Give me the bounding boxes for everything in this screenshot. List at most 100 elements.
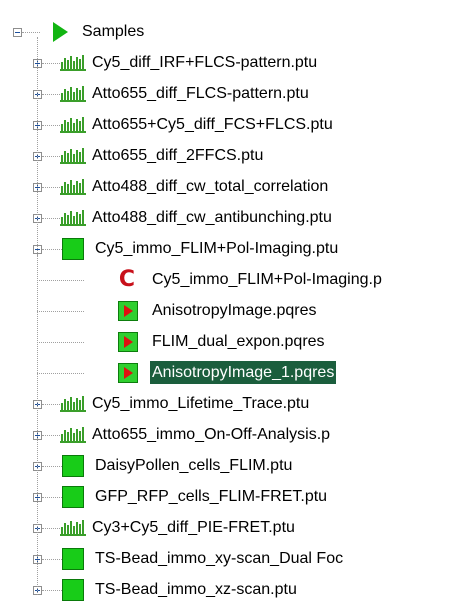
bar (79, 183, 81, 193)
item-label[interactable]: Atto655+Cy5_diff_FCS+FLCS.ptu (90, 113, 335, 136)
tree-connector (42, 249, 62, 250)
bars-base (60, 534, 86, 536)
bar (61, 217, 63, 224)
item-label[interactable]: Cy5_immo_FLIM+Pol-Imaging.ptu (93, 237, 340, 260)
item-label[interactable]: FLIM_dual_expon.pqres (150, 330, 327, 353)
bar (79, 431, 81, 441)
bar (82, 148, 84, 162)
bar (73, 154, 75, 162)
bar (73, 526, 75, 534)
bar (64, 182, 66, 193)
bar (73, 433, 75, 441)
selected-item-label[interactable]: AnisotropyImage_1.pqres (150, 361, 337, 384)
tree-connector (42, 63, 62, 64)
image-icon (62, 238, 84, 260)
bar (79, 121, 81, 131)
bar (79, 152, 81, 162)
tree-connector (42, 466, 62, 467)
bar (67, 184, 69, 193)
c-icon: C (118, 267, 136, 292)
bar (79, 59, 81, 69)
bar (61, 403, 63, 410)
bar (73, 216, 75, 224)
item-label[interactable]: Cy5_immo_FLIM+Pol-Imaging.p (150, 268, 384, 291)
bar (61, 93, 63, 100)
bar (70, 87, 72, 100)
image-icon (62, 486, 84, 508)
bar (79, 214, 81, 224)
bars-icon (60, 520, 86, 536)
bar (61, 124, 63, 131)
item-label[interactable]: AnisotropyImage.pqres (150, 299, 319, 322)
bar (82, 179, 84, 193)
bar (73, 185, 75, 193)
bars-base (60, 131, 86, 133)
bar (70, 211, 72, 224)
tree-connector (42, 590, 62, 591)
bar (67, 122, 69, 131)
item-label[interactable]: Atto655_diff_2FFCS.ptu (90, 144, 265, 167)
bar (64, 523, 66, 534)
bar (70, 428, 72, 441)
result-icon (118, 332, 138, 352)
bar (73, 402, 75, 410)
tree-connector (42, 528, 62, 529)
item-label[interactable]: TS-Bead_immo_xz-scan.ptu (93, 578, 299, 601)
item-label[interactable]: Atto488_diff_cw_antibunching.ptu (90, 206, 334, 229)
bars-base (60, 410, 86, 412)
tree-trunk (37, 37, 38, 595)
bar (64, 120, 66, 131)
bar (76, 150, 78, 162)
item-label[interactable]: Atto488_diff_cw_total_correlation (90, 175, 330, 198)
collapse-root-button[interactable] (13, 28, 22, 37)
bars-base (60, 193, 86, 195)
tree-connector (42, 559, 62, 560)
bar (64, 151, 66, 162)
tree-connector (42, 125, 62, 126)
image-icon (62, 579, 84, 601)
bar (61, 527, 63, 534)
tree-connector (42, 94, 62, 95)
bar (70, 397, 72, 410)
bar (70, 56, 72, 69)
tree-connector (42, 156, 62, 157)
bars-icon (60, 396, 86, 412)
item-label[interactable]: Atto655_diff_FLCS-pattern.ptu (90, 82, 311, 105)
bar (61, 186, 63, 193)
item-label[interactable]: Cy5_immo_Lifetime_Trace.ptu (90, 392, 311, 415)
item-label[interactable]: Cy3+Cy5_diff_PIE-FRET.ptu (90, 516, 297, 539)
bar (67, 91, 69, 100)
bars-icon (60, 179, 86, 195)
bar (64, 430, 66, 441)
bars-icon (60, 210, 86, 226)
item-label[interactable]: TS-Bead_immo_xy-scan_Dual Foc (93, 547, 345, 570)
item-label[interactable]: Atto655_immo_On-Off-Analysis.p (90, 423, 332, 446)
tree-connector (42, 497, 62, 498)
bar (64, 89, 66, 100)
bar (64, 213, 66, 224)
bar (79, 400, 81, 410)
bar (67, 60, 69, 69)
bar (82, 427, 84, 441)
item-label[interactable]: Cy5_diff_IRF+FLCS-pattern.ptu (90, 51, 319, 74)
bar (73, 123, 75, 131)
bars-icon (60, 117, 86, 133)
bar (82, 86, 84, 100)
item-label[interactable]: DaisyPollen_cells_FLIM.ptu (93, 454, 294, 477)
bar (82, 520, 84, 534)
bar (67, 153, 69, 162)
bar (70, 149, 72, 162)
tree-connector (37, 373, 84, 374)
tree-connector (42, 187, 62, 188)
bars-base (60, 69, 86, 71)
bar (76, 181, 78, 193)
bars-base (60, 100, 86, 102)
bar (73, 92, 75, 100)
item-label[interactable]: Samples (80, 20, 146, 43)
tree-connector (42, 435, 62, 436)
bars-base (60, 441, 86, 443)
item-label[interactable]: GFP_RFP_cells_FLIM-FRET.ptu (93, 485, 329, 508)
tree-connector (37, 280, 84, 281)
bar (76, 398, 78, 410)
bars-icon (60, 148, 86, 164)
